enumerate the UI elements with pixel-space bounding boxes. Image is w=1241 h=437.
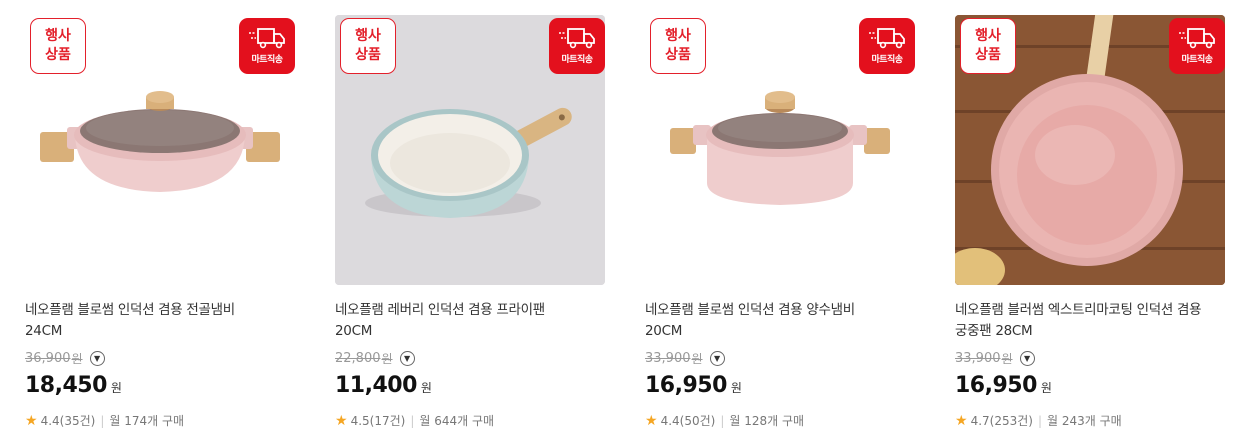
event-badge-line2: 상품 (975, 47, 1001, 63)
product-image[interactable]: 행사 상품 마트직송 (955, 15, 1225, 285)
monthly-purchases: 월 174개 구매 (109, 414, 185, 428)
mart-delivery-badge: 마트직송 (239, 18, 295, 74)
divider: | (1037, 413, 1043, 428)
mart-delivery-badge: 마트직송 (859, 18, 915, 74)
delivery-truck-icon (249, 28, 285, 49)
mart-delivery-label: 마트직송 (561, 55, 593, 65)
original-currency: 원 (1001, 351, 1013, 366)
original-price-row: 33,900 원 ▼ (955, 349, 1035, 367)
sale-price: 18,450 (25, 373, 107, 398)
star-icon: ★ (335, 412, 348, 429)
product-image[interactable]: 행사 상품 마트직송 (25, 15, 295, 285)
product-meta: ★ 4.5 (17건) | 월 644개 구매 (335, 412, 494, 429)
original-price-row: 22,800 원 ▼ (335, 349, 415, 367)
event-badge-line1: 행사 (45, 28, 71, 44)
event-badge-line1: 행사 (665, 28, 691, 44)
mart-delivery-label: 마트직송 (1181, 55, 1213, 65)
star-icon: ★ (955, 412, 968, 429)
discount-detail-toggle-icon[interactable]: ▼ (89, 350, 105, 366)
monthly-purchases: 월 128개 구매 (729, 414, 805, 428)
currency-unit: 원 (420, 381, 432, 395)
delivery-truck-icon (1179, 28, 1215, 49)
product-name[interactable]: 네오플램 블로썸 인덕션 겸용 양수냄비 20CM (645, 300, 915, 342)
original-price: 33,900 (955, 350, 1001, 366)
product-name[interactable]: 네오플램 레버리 인덕션 겸용 프라이팬 20CM (335, 300, 605, 342)
original-price: 36,900 (25, 350, 71, 366)
product-name-line1: 네오플램 블러썸 엑스트리마코팅 인덕션 겸용 (955, 302, 1202, 318)
original-price: 33,900 (645, 350, 691, 366)
sale-price-row: 18,450 원 (25, 373, 122, 398)
product-name-line2: 20CM (645, 323, 683, 339)
currency-unit: 원 (1040, 381, 1052, 395)
event-product-badge: 행사 상품 (650, 18, 706, 74)
star-icon: ★ (645, 412, 658, 429)
product-name-line2: 궁중팬 28CM (955, 323, 1033, 339)
review-count: (253건) (989, 414, 1033, 428)
original-currency: 원 (381, 351, 393, 366)
product-meta: ★ 4.4 (35건) | 월 174개 구매 (25, 412, 184, 429)
event-badge-line2: 상품 (665, 47, 691, 63)
divider: | (100, 413, 105, 428)
original-currency: 원 (71, 351, 83, 366)
original-price: 22,800 (335, 350, 381, 366)
rating-value: 4.4 (40, 413, 60, 428)
event-product-badge: 행사 상품 (960, 18, 1016, 74)
original-price-row: 33,900 원 ▼ (645, 349, 725, 367)
product-name-line1: 네오플램 블로썸 인덕션 겸용 양수냄비 (645, 302, 855, 318)
product-card[interactable]: 행사 상품 마트직송 네오플램 블로썸 인덕션 겸용 전골냄비 24CM 36,… (25, 0, 295, 437)
event-product-badge: 행사 상품 (30, 18, 86, 74)
mart-delivery-badge: 마트직송 (1169, 18, 1225, 74)
divider: | (720, 413, 725, 428)
delivery-truck-icon (869, 28, 905, 49)
discount-detail-toggle-icon[interactable]: ▼ (399, 350, 415, 366)
sale-price-row: 16,950 원 (955, 373, 1052, 398)
product-name-line1: 네오플램 레버리 인덕션 겸용 프라이팬 (335, 302, 545, 318)
event-product-badge: 행사 상품 (340, 18, 396, 74)
review-count: (35건) (59, 414, 96, 428)
sale-price: 16,950 (645, 373, 727, 398)
mart-delivery-badge: 마트직송 (549, 18, 605, 74)
sale-price-row: 16,950 원 (645, 373, 742, 398)
sale-price-row: 11,400 원 (335, 373, 432, 398)
product-card[interactable]: 행사 상품 마트직송 네오플램 블로썸 인덕션 겸용 양수냄비 20CM 33,… (645, 0, 915, 437)
discount-detail-toggle-icon[interactable]: ▼ (1019, 350, 1035, 366)
rating-value: 4.4 (660, 413, 680, 428)
sale-price: 16,950 (955, 373, 1037, 398)
product-image[interactable]: 행사 상품 마트직송 (645, 15, 915, 285)
event-badge-line2: 상품 (45, 47, 71, 63)
product-image[interactable]: 행사 상품 마트직송 (335, 15, 605, 285)
event-badge-line2: 상품 (355, 47, 381, 63)
product-meta: ★ 4.7 (253건) | 월 243개 구매 (955, 412, 1122, 429)
product-name[interactable]: 네오플램 블로썸 인덕션 겸용 전골냄비 24CM (25, 300, 295, 342)
product-meta: ★ 4.4 (50건) | 월 128개 구매 (645, 412, 804, 429)
event-badge-line1: 행사 (355, 28, 381, 44)
product-name[interactable]: 네오플램 블러썸 엑스트리마코팅 인덕션 겸용 궁중팬 28CM (955, 300, 1225, 342)
rating-value: 4.5 (350, 413, 370, 428)
original-price-row: 36,900 원 ▼ (25, 349, 105, 367)
original-currency: 원 (691, 351, 703, 366)
review-count: (50건) (679, 414, 716, 428)
star-icon: ★ (25, 412, 38, 429)
currency-unit: 원 (730, 381, 742, 395)
sale-price: 11,400 (335, 373, 417, 398)
divider: | (410, 413, 415, 428)
product-name-line1: 네오플램 블로썸 인덕션 겸용 전골냄비 (25, 302, 235, 318)
product-card[interactable]: 행사 상품 마트직송 네오플램 레버리 인덕션 겸용 프라이팬 20CM 22,… (335, 0, 605, 437)
product-name-line2: 20CM (335, 323, 373, 339)
discount-detail-toggle-icon[interactable]: ▼ (709, 350, 725, 366)
mart-delivery-label: 마트직송 (251, 55, 283, 65)
product-grid: 행사 상품 마트직송 네오플램 블로썸 인덕션 겸용 전골냄비 24CM 36,… (0, 0, 1241, 437)
event-badge-line1: 행사 (975, 28, 1001, 44)
monthly-purchases: 월 644개 구매 (419, 414, 495, 428)
product-name-line2: 24CM (25, 323, 63, 339)
delivery-truck-icon (559, 28, 595, 49)
monthly-purchases: 월 243개 구매 (1047, 414, 1122, 428)
currency-unit: 원 (110, 381, 122, 395)
rating-value: 4.7 (970, 413, 990, 428)
product-card[interactable]: 행사 상품 마트직송 네오플램 블러썸 엑스트리마코팅 인덕션 겸용 궁중팬 2… (955, 0, 1225, 437)
mart-delivery-label: 마트직송 (871, 55, 903, 65)
review-count: (17건) (369, 414, 406, 428)
